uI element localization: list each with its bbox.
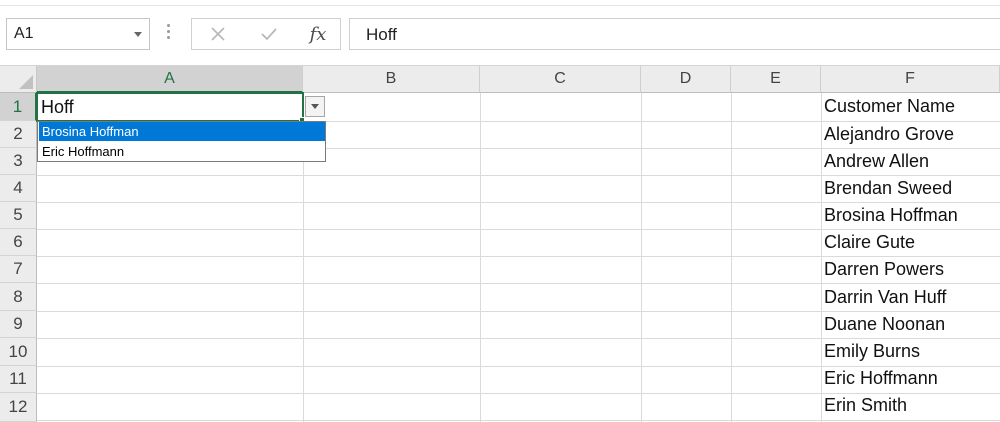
gridline bbox=[37, 202, 1000, 203]
gridline bbox=[821, 93, 822, 422]
active-cell-a1[interactable]: Hoff bbox=[36, 92, 304, 122]
row-header-6[interactable]: 6 bbox=[0, 229, 37, 256]
formula-value: Hoff bbox=[366, 25, 397, 44]
cell-f10[interactable]: Emily Burns bbox=[824, 341, 920, 362]
x-icon bbox=[211, 27, 225, 41]
row-header-1[interactable]: 1 bbox=[0, 93, 37, 121]
cell-f1[interactable]: Customer Name bbox=[824, 96, 955, 117]
row-header-8[interactable]: 8 bbox=[0, 283, 37, 311]
dropdown-option[interactable]: Brosina Hoffman bbox=[39, 122, 325, 141]
formula-bar-area: A1 fx Hoff bbox=[0, 0, 1000, 66]
gridline bbox=[37, 175, 1000, 176]
column-header-a[interactable]: A bbox=[37, 66, 303, 93]
cell-f9[interactable]: Duane Noonan bbox=[824, 314, 945, 335]
validation-dropdown-list: Brosina Hoffman Eric Hoffmann bbox=[37, 121, 326, 162]
gridline bbox=[480, 93, 481, 422]
active-cell-value: Hoff bbox=[41, 97, 74, 117]
row-header-2[interactable]: 2 bbox=[0, 121, 37, 148]
check-icon bbox=[261, 28, 277, 41]
row-header-7[interactable]: 7 bbox=[0, 256, 37, 283]
select-all-button[interactable] bbox=[0, 66, 37, 93]
column-header-b[interactable]: B bbox=[303, 66, 480, 93]
gridline bbox=[37, 420, 1000, 421]
insert-function-button[interactable]: fx bbox=[298, 19, 338, 49]
column-header-f[interactable]: F bbox=[821, 66, 1000, 93]
cell-f4[interactable]: Brendan Sweed bbox=[824, 178, 952, 199]
enter-button[interactable] bbox=[249, 19, 289, 49]
column-header-d[interactable]: D bbox=[641, 66, 731, 93]
gridline bbox=[37, 338, 1000, 339]
gridline bbox=[37, 311, 1000, 312]
row-header-3[interactable]: 3 bbox=[0, 148, 37, 175]
ribbon-edge bbox=[0, 0, 1000, 6]
cell-f6[interactable]: Claire Gute bbox=[824, 232, 915, 253]
gridline bbox=[37, 366, 1000, 367]
gridline bbox=[37, 256, 1000, 257]
cell-f3[interactable]: Andrew Allen bbox=[824, 151, 929, 172]
cell-f7[interactable]: Darren Powers bbox=[824, 259, 944, 280]
name-box[interactable]: A1 bbox=[6, 18, 150, 50]
gridline bbox=[37, 229, 1000, 230]
gridline bbox=[641, 93, 642, 422]
validation-dropdown-button[interactable] bbox=[305, 96, 325, 117]
column-header-c[interactable]: C bbox=[480, 66, 641, 93]
cell-f12[interactable]: Erin Smith bbox=[824, 395, 907, 416]
select-all-icon bbox=[19, 75, 33, 89]
column-header-e[interactable]: E bbox=[731, 66, 821, 93]
row-header-9[interactable]: 9 bbox=[0, 311, 37, 338]
cell-f5[interactable]: Brosina Hoffman bbox=[824, 205, 958, 226]
chevron-down-icon bbox=[311, 104, 319, 109]
row-header-12[interactable]: 12 bbox=[0, 393, 37, 422]
dropdown-option[interactable]: Eric Hoffmann bbox=[39, 142, 325, 161]
formula-buttons: fx bbox=[191, 18, 341, 50]
chevron-down-icon[interactable] bbox=[134, 32, 142, 37]
cell-f8[interactable]: Darrin Van Huff bbox=[824, 287, 946, 308]
row-header-11[interactable]: 11 bbox=[0, 366, 37, 393]
name-box-value: A1 bbox=[14, 25, 34, 42]
gridline bbox=[37, 393, 1000, 394]
row-header-4[interactable]: 4 bbox=[0, 175, 37, 202]
cancel-button[interactable] bbox=[198, 19, 238, 49]
formula-input[interactable]: Hoff bbox=[349, 18, 1000, 50]
row-header-10[interactable]: 10 bbox=[0, 338, 37, 366]
cell-f11[interactable]: Eric Hoffmann bbox=[824, 368, 938, 389]
gridline bbox=[37, 283, 1000, 284]
cell-f2[interactable]: Alejandro Grove bbox=[824, 124, 954, 145]
row-header-5[interactable]: 5 bbox=[0, 202, 37, 229]
gridline bbox=[731, 93, 732, 422]
drag-handle-icon[interactable] bbox=[167, 24, 171, 44]
